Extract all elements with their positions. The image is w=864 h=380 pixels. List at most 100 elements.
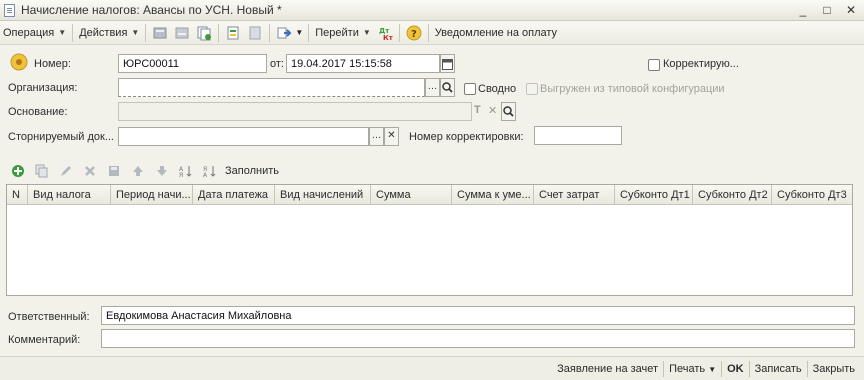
close-window-button[interactable]: ✕ xyxy=(844,2,858,18)
table-toolbar: AЯ ЯA Заполнить xyxy=(6,160,282,182)
toolbar-separator xyxy=(398,23,400,42)
main-toolbar: Операция ▼ Действия ▼ ▼ Перейти ▼ Дт Кт ? Ув… xyxy=(0,21,864,45)
goto-menu-label: Перейти xyxy=(315,26,359,39)
reversal-input[interactable] xyxy=(118,127,369,146)
column-header-reduce-amount[interactable]: Сумма к уме... xyxy=(452,185,534,204)
minimize-button[interactable]: _ xyxy=(796,2,810,18)
date-input[interactable]: 19.04.2017 15:15:58 xyxy=(286,54,440,73)
exported-label: Выгружен из типовой конфигурации xyxy=(540,83,725,95)
movements-icon[interactable] xyxy=(224,24,242,42)
payment-notice-button[interactable]: Уведомление на оплату xyxy=(432,23,560,43)
copy-row-icon[interactable] xyxy=(33,162,51,180)
column-header-period[interactable]: Период начи... xyxy=(111,185,193,204)
delete-row-icon[interactable] xyxy=(81,162,99,180)
window-title: Начисление налогов: Авансы по УСН. Новый… xyxy=(21,3,282,17)
window-controls: _ □ ✕ xyxy=(796,2,858,18)
toolbar-separator xyxy=(145,23,147,42)
document-icon xyxy=(4,3,15,17)
chevron-down-icon: ▼ xyxy=(58,28,67,37)
column-header-subconto-dt2[interactable]: Субконто Дт2 xyxy=(693,185,772,204)
fill-button[interactable]: Заполнить xyxy=(222,161,282,181)
sort-ascending-icon[interactable]: AЯ xyxy=(177,162,195,180)
edit-row-icon[interactable] xyxy=(57,162,75,180)
go-to-icon[interactable] xyxy=(275,24,293,42)
search-icon xyxy=(442,82,453,93)
basis-label: Основание: xyxy=(8,106,68,118)
column-header-payment-date[interactable]: Дата платежа xyxy=(193,185,275,204)
dt-kt-icon[interactable]: Дт Кт xyxy=(376,24,394,42)
correction-checkbox[interactable] xyxy=(648,59,660,71)
title-bar: Начисление налогов: Авансы по УСН. Новый… xyxy=(0,0,864,21)
post-document-icon[interactable] xyxy=(151,24,169,42)
actions-menu[interactable]: Действия ▼ xyxy=(76,23,142,43)
column-header-subconto-dt1[interactable]: Субконто Дт1 xyxy=(615,185,693,204)
payment-notice-label: Уведомление на оплату xyxy=(434,26,558,39)
number-settings-icon[interactable] xyxy=(10,53,28,71)
correction-number-input[interactable] xyxy=(534,126,622,145)
print-menu[interactable]: Печать ▼ xyxy=(664,359,721,379)
chevron-down-icon[interactable]: ▼ xyxy=(295,28,303,37)
maximize-button[interactable]: □ xyxy=(820,2,834,18)
operation-menu[interactable]: Операция ▼ xyxy=(0,23,69,43)
organization-input[interactable] xyxy=(118,78,425,97)
responsible-input[interactable]: Евдокимова Анастасия Михайловна xyxy=(101,306,855,325)
column-header-subconto-dt3[interactable]: Субконто Дт3 xyxy=(772,185,852,204)
comment-label: Комментарий: xyxy=(8,334,81,346)
reversal-label: Сторнируемый док... xyxy=(8,131,114,143)
structure-icon[interactable] xyxy=(246,24,264,42)
reversal-clear-button[interactable]: ✕ xyxy=(384,127,399,146)
svg-text:A: A xyxy=(203,172,208,178)
search-icon xyxy=(503,106,514,117)
column-header-tax-type[interactable]: Вид налога xyxy=(28,185,111,204)
close-button[interactable]: Закрыть xyxy=(808,359,860,379)
end-edit-icon[interactable] xyxy=(105,162,123,180)
unpost-document-icon[interactable] xyxy=(173,24,191,42)
bottom-toolbar: Заявление на зачет Печать ▼ OK Записать … xyxy=(0,356,864,380)
chevron-down-icon: ▼ xyxy=(362,28,371,37)
help-icon[interactable]: ? xyxy=(405,24,423,42)
actions-menu-label: Действия xyxy=(79,26,128,39)
calendar-icon xyxy=(442,59,453,70)
operation-menu-label: Операция xyxy=(3,26,55,39)
type-icon[interactable]: T xyxy=(474,104,481,116)
exported-checkbox xyxy=(526,83,538,95)
move-up-icon[interactable] xyxy=(129,162,147,180)
offset-application-button[interactable]: Заявление на зачет xyxy=(552,359,663,379)
organization-select-button[interactable]: … xyxy=(425,78,440,97)
clear-icon[interactable]: ✕ xyxy=(488,104,497,117)
goto-menu[interactable]: Перейти ▼ xyxy=(312,23,374,43)
copy-icon[interactable] xyxy=(195,24,213,42)
responsible-label: Ответственный: xyxy=(8,311,90,323)
date-label: от: xyxy=(270,58,284,70)
toolbar-separator xyxy=(308,23,310,42)
organization-label: Организация: xyxy=(8,82,78,94)
add-row-icon[interactable] xyxy=(9,162,27,180)
column-header-amount[interactable]: Сумма xyxy=(371,185,452,204)
basis-input[interactable] xyxy=(118,102,472,121)
column-header-accrual-type[interactable]: Вид начислений xyxy=(275,185,371,204)
sort-descending-icon[interactable]: ЯA xyxy=(201,162,219,180)
taxes-table[interactable]: N Вид налога Период начи... Дата платежа… xyxy=(6,184,853,296)
toolbar-separator xyxy=(427,23,429,42)
basis-open-button[interactable] xyxy=(501,102,516,121)
toolbar-separator xyxy=(269,23,271,42)
move-down-icon[interactable] xyxy=(153,162,171,180)
summary-checkbox[interactable] xyxy=(464,83,476,95)
calendar-button[interactable] xyxy=(440,54,455,73)
toolbar-separator xyxy=(218,23,220,42)
comment-input[interactable] xyxy=(101,329,855,348)
svg-text:?: ? xyxy=(411,29,417,40)
summary-label: Сводно xyxy=(478,83,517,95)
table-header: N Вид налога Период начи... Дата платежа… xyxy=(7,185,852,205)
reversal-select-button[interactable]: … xyxy=(369,127,384,146)
correction-label: Корректирую... xyxy=(663,58,739,70)
number-input[interactable]: ЮРС00011 xyxy=(118,54,267,73)
column-header-n[interactable]: N xyxy=(7,185,28,204)
save-button[interactable]: Записать xyxy=(750,359,807,379)
print-menu-label: Печать xyxy=(669,362,706,375)
column-header-cost-account[interactable]: Счет затрат xyxy=(534,185,615,204)
organization-open-button[interactable] xyxy=(440,78,455,97)
ok-button[interactable]: OK xyxy=(722,359,749,379)
toolbar-separator xyxy=(72,23,74,42)
svg-text:Я: Я xyxy=(179,172,183,178)
